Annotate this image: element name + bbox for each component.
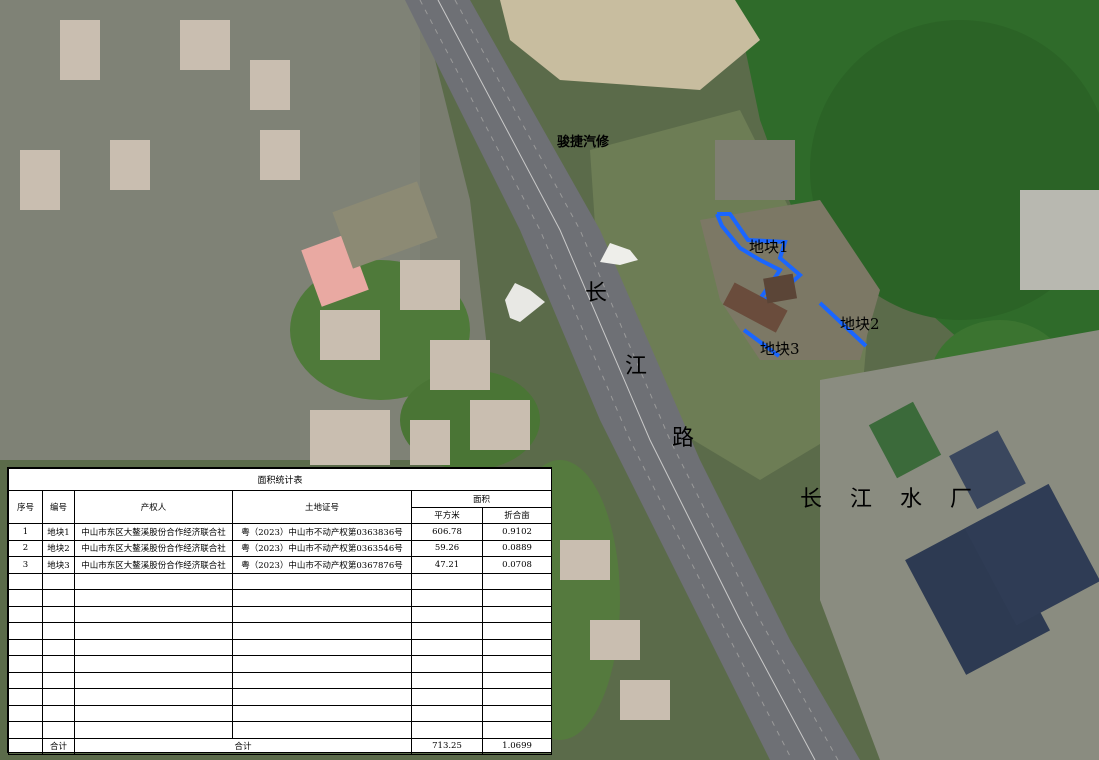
total-mu: 1.0699 <box>481 737 553 755</box>
cell-mu: 0.0889 <box>481 539 553 557</box>
empty-row <box>8 721 553 739</box>
shop-label: 骏捷汽修 <box>557 135 610 150</box>
empty-row <box>8 655 553 673</box>
road-name-char-3: 路 <box>672 426 695 451</box>
cell-sqm: 59.26 <box>411 539 483 557</box>
cell-cert: 粤（2023）中山市不动产权第0367876号 <box>232 556 412 574</box>
header-mu: 折合亩 <box>481 506 553 524</box>
cell-sqm: 606.78 <box>411 523 483 541</box>
cell-owner: 中山市东区大鳌溪股份合作经济联合社 <box>74 523 233 541</box>
water-plant-char-4: 厂 <box>950 487 973 512</box>
cell-mu: 0.9102 <box>481 523 553 541</box>
cell-mu: 0.0708 <box>481 556 553 574</box>
table-row: 2 地块2 中山市东区大鳌溪股份合作经济联合社 粤（2023）中山市不动产权第0… <box>8 539 553 557</box>
header-seq: 序号 <box>8 490 43 524</box>
road-name-char-1: 长 <box>585 281 608 306</box>
total-sqm: 713.25 <box>411 737 483 755</box>
header-owner: 产权人 <box>74 490 233 524</box>
cell-code: 地块3 <box>42 556 75 574</box>
cell-seq: 2 <box>8 539 43 557</box>
empty-row <box>8 638 553 656</box>
empty-row <box>8 688 553 706</box>
area-statistics-table: 面积统计表 序号 编号 产权人 土地证号 面积 平方米 折合亩 1 地块1 中山… <box>7 467 553 755</box>
empty-row <box>8 704 553 722</box>
cell-owner: 中山市东区大鳌溪股份合作经济联合社 <box>74 539 233 557</box>
cell-code: 地块2 <box>42 539 75 557</box>
header-cert: 土地证号 <box>232 490 412 524</box>
empty-row <box>8 589 553 607</box>
empty-row <box>8 671 553 689</box>
empty-row <box>8 572 553 590</box>
water-plant-char-2: 江 <box>850 487 873 512</box>
plot-3-label: 地块3 <box>760 340 800 358</box>
cell-cert: 粤（2023）中山市不动产权第0363546号 <box>232 539 412 557</box>
total-row: 合计 合计 713.25 1.0699 <box>8 737 553 755</box>
table-row: 3 地块3 中山市东区大鳌溪股份合作经济联合社 粤（2023）中山市不动产权第0… <box>8 556 553 574</box>
cell-owner: 中山市东区大鳌溪股份合作经济联合社 <box>74 556 233 574</box>
header-code: 编号 <box>42 490 75 524</box>
header-sqm: 平方米 <box>411 506 483 524</box>
water-plant-char-1: 长 <box>800 487 823 512</box>
total-label-left: 合计 <box>42 737 75 755</box>
plot-2-label: 地块2 <box>840 315 880 333</box>
plot-1-label: 地块1 <box>749 238 789 256</box>
table-row: 1 地块1 中山市东区大鳌溪股份合作经济联合社 粤（2023）中山市不动产权第0… <box>8 523 553 541</box>
cell-sqm: 47.21 <box>411 556 483 574</box>
cell-code: 地块1 <box>42 523 75 541</box>
table-title: 面积统计表 <box>7 468 553 491</box>
cell-seq: 1 <box>8 523 43 541</box>
empty-row <box>8 622 553 640</box>
empty-row <box>8 605 553 623</box>
total-label-mid: 合计 <box>74 737 412 755</box>
cell-seq: 3 <box>8 556 43 574</box>
water-plant-char-3: 水 <box>900 487 923 512</box>
road-name-char-2: 江 <box>625 354 648 379</box>
header-area: 面积 <box>410 490 553 508</box>
cell-cert: 粤（2023）中山市不动产权第0363836号 <box>232 523 412 541</box>
